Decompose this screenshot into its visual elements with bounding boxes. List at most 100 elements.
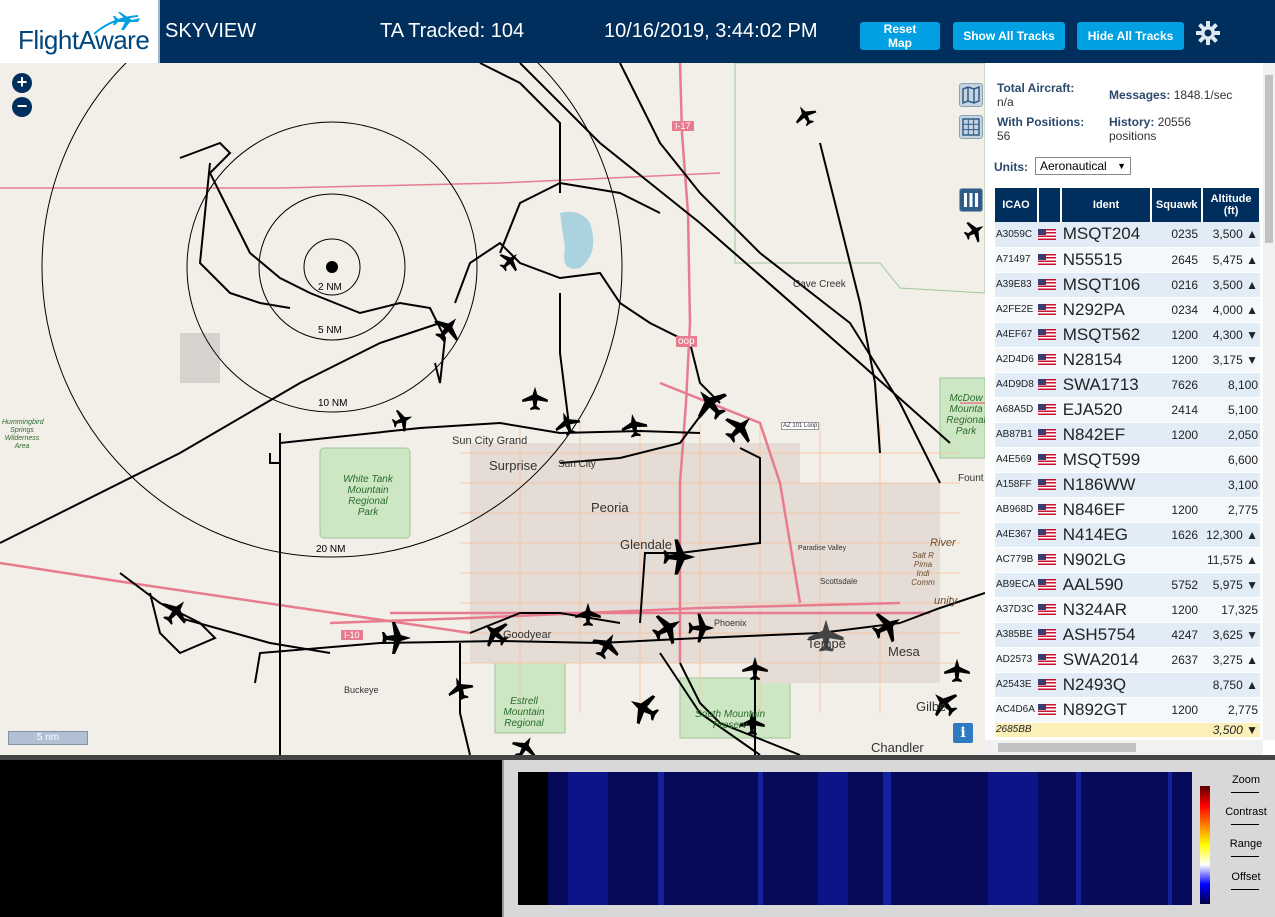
aircraft-icon[interactable] <box>495 246 525 276</box>
grid-toggle-button[interactable] <box>959 115 983 139</box>
flag-cell <box>1037 297 1061 323</box>
vertical-scrollbar[interactable] <box>1263 63 1275 740</box>
us-flag-icon <box>1037 553 1056 565</box>
col-flag[interactable] <box>1037 188 1062 222</box>
squawk-cell: 0216 <box>1151 272 1203 298</box>
receiver-location <box>326 261 338 273</box>
aircraft-icon[interactable] <box>382 622 411 654</box>
icao-cell: A2D4D6 <box>995 347 1038 373</box>
flag-cell <box>1037 322 1061 348</box>
us-flag-icon <box>1037 403 1056 415</box>
squawk-cell: 2414 <box>1151 397 1203 423</box>
table-row[interactable]: A39E83 MSQT106 0216 3,500 ▲ <box>995 272 1260 298</box>
aircraft-icon[interactable] <box>619 412 648 439</box>
col-icao[interactable]: ICAO <box>995 188 1039 222</box>
icao-cell: A4D9D8 <box>995 372 1038 398</box>
hide-all-tracks-button[interactable]: Hide All Tracks <box>1077 22 1184 50</box>
total-aircraft-value: n/a <box>997 95 1014 109</box>
icao-cell: A37D3C <box>995 597 1038 623</box>
offset-slider[interactable] <box>1231 889 1259 897</box>
table-row[interactable]: A4E367 N414EG 1626 12,300 ▲ <box>995 522 1260 548</box>
waterfall-display[interactable] <box>518 772 1192 905</box>
table-row[interactable]: A71497 N55515 2645 5,475 ▲ <box>995 247 1260 273</box>
loop-shield: oop <box>676 336 697 347</box>
col-altitude[interactable]: Altitude (ft) <box>1202 188 1261 222</box>
estrella-park-label: Estrell Mountain Regional <box>503 696 545 729</box>
range-slider[interactable] <box>1231 856 1259 864</box>
us-flag-icon <box>1037 628 1056 640</box>
aircraft-icon[interactable] <box>156 592 195 631</box>
flag-cell <box>1037 222 1061 248</box>
table-row[interactable]: A68A5D EJA520 2414 5,100 <box>995 397 1260 423</box>
table-row[interactable]: AB9ECA AAL590 5752 5,975 ▼ <box>995 572 1260 598</box>
us-flag-icon <box>1037 678 1056 690</box>
icao-cell: A4E569 <box>995 447 1038 473</box>
table-row[interactable]: AC4D6A N892GT 1200 2,775 <box>995 697 1260 723</box>
aircraft-icon[interactable] <box>944 658 970 682</box>
scrollbar-thumb[interactable] <box>998 743 1136 752</box>
us-flag-icon <box>1037 328 1056 340</box>
col-squawk[interactable]: Squawk <box>1151 188 1204 222</box>
ident-cell: N292PA <box>1060 297 1152 323</box>
aircraft-table-container[interactable]: ICAO Ident Squawk Altitude (ft) A3059C MS… <box>995 188 1261 739</box>
us-flag-icon <box>1037 603 1056 615</box>
icao-cell: AC779B <box>995 547 1038 573</box>
table-row[interactable]: AB87B1 N842EF 1200 2,050 <box>995 422 1260 448</box>
place-cave-creek: Cave Creek <box>793 279 846 290</box>
aircraft-icon[interactable] <box>623 687 664 729</box>
aircraft-icon[interactable] <box>960 216 985 246</box>
table-row[interactable]: A37D3C N324AR 1200 17,325 <box>995 597 1260 623</box>
color-scale-bar <box>1200 786 1210 904</box>
table-row[interactable]: A2D4D6 N28154 1200 3,175 ▼ <box>995 347 1260 373</box>
zoom-slider[interactable] <box>1231 792 1259 800</box>
table-row[interactable]: A2FE2E N292PA 0234 4,000 ▲ <box>995 297 1260 323</box>
scrollbar-thumb[interactable] <box>1265 75 1273 243</box>
altitude-cell: 3,500 ▼ <box>1202 722 1260 738</box>
flag-cell <box>1037 372 1061 398</box>
columns-toggle-button[interactable] <box>959 188 983 212</box>
icao-cell: A385BE <box>995 622 1038 648</box>
aircraft-icon[interactable] <box>790 101 820 130</box>
show-all-tracks-button[interactable]: Show All Tracks <box>953 22 1065 50</box>
aircraft-icon[interactable] <box>508 731 542 755</box>
south-mountain-park-label: South Mountain Preserv <box>694 709 766 731</box>
units-select[interactable]: Aeronautical ▼ <box>1035 157 1131 175</box>
table-row[interactable]: A2543E N2493Q 8,750 ▲ <box>995 672 1260 698</box>
flightaware-logo[interactable]: FlightAware <box>0 0 160 63</box>
gear-icon[interactable] <box>1196 21 1220 45</box>
ident-cell: SWA2014 <box>1060 647 1152 673</box>
squawk-cell <box>1151 672 1203 698</box>
range-label: Range <box>1229 838 1263 850</box>
messages-label: Messages: <box>1109 88 1171 102</box>
map-canvas[interactable] <box>0 63 985 755</box>
table-row[interactable]: 2685BB 3,500 ▼ <box>995 722 1260 738</box>
col-ident[interactable]: Ident <box>1060 188 1153 222</box>
aircraft-icon[interactable] <box>522 386 548 410</box>
table-row[interactable]: A158FF N186WW 3,100 <box>995 472 1260 498</box>
table-row[interactable]: A3059C MSQT204 0235 3,500 ▲ <box>995 222 1260 248</box>
reset-map-button[interactable]: Reset Map <box>860 22 940 50</box>
flag-cell <box>1037 622 1061 648</box>
table-row[interactable]: A385BE ASH5754 4247 3,625 ▼ <box>995 622 1260 648</box>
ident-cell: N324AR <box>1060 597 1152 623</box>
altitude-cell: 3,275 ▲ <box>1202 647 1260 673</box>
info-button[interactable]: i <box>953 723 973 743</box>
table-row[interactable]: A4D9D8 SWA1713 7626 8,100 <box>995 372 1260 398</box>
table-row[interactable]: A4E569 MSQT599 6,600 <box>995 447 1260 473</box>
squawk-cell: 1200 <box>1151 697 1203 723</box>
table-row[interactable]: AC779B N902LG 11,575 ▲ <box>995 547 1260 573</box>
table-row[interactable]: AD2573 SWA2014 2637 3,275 ▲ <box>995 647 1260 673</box>
map-layers-button[interactable] <box>959 83 983 107</box>
map-view[interactable]: 2 NM 5 NM 10 NM 20 NM Cave Creek Sun Cit… <box>0 63 985 755</box>
horizontal-scrollbar[interactable] <box>985 740 1263 755</box>
zoom-in-button[interactable]: + <box>12 73 32 93</box>
table-row[interactable]: AB968D N846EF 1200 2,775 <box>995 497 1260 523</box>
contrast-slider[interactable] <box>1231 824 1259 832</box>
total-aircraft-stat: Total Aircraft: n/a <box>997 81 1074 109</box>
ring-label-2nm: 2 NM <box>318 282 342 293</box>
tonto-boundary <box>734 63 985 294</box>
plane-logo-icon <box>93 12 140 35</box>
table-row[interactable]: A4EF67 MSQT562 1200 4,300 ▼ <box>995 322 1260 348</box>
ident-cell: MSQT562 <box>1060 322 1152 348</box>
zoom-out-button[interactable]: − <box>12 97 32 117</box>
